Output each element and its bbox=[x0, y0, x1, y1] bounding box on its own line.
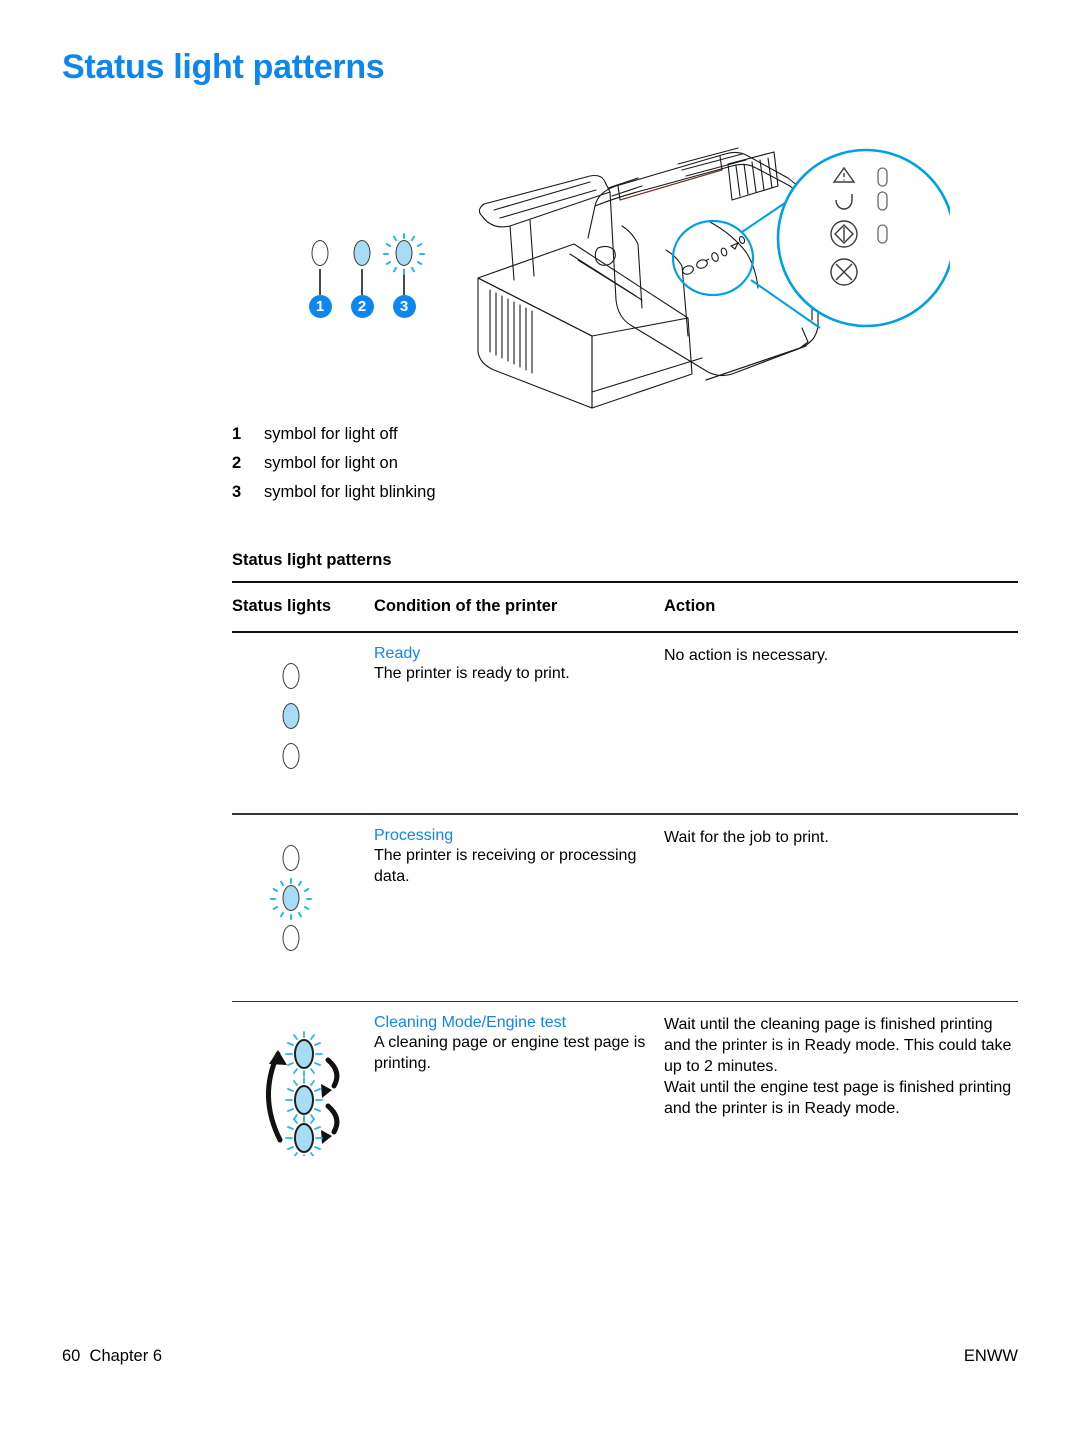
action-cell: No action is necessary. bbox=[664, 645, 1018, 797]
condition-cell: Cleaning Mode/Engine test A cleaning pag… bbox=[374, 1014, 664, 1184]
table-row: Processing The printer is receiving or p… bbox=[232, 815, 1018, 1001]
condition-description: A cleaning page or engine test page is p… bbox=[374, 1033, 646, 1072]
leader-line bbox=[361, 269, 363, 295]
legend-symbol-1: 1 bbox=[302, 240, 338, 318]
legend-number: 1 bbox=[232, 425, 242, 443]
legend-text: symbol for light on bbox=[264, 454, 398, 472]
lamp-blinking-icon bbox=[270, 877, 312, 920]
legend-symbol-3: 3 bbox=[383, 233, 425, 318]
status-lights-cell bbox=[232, 1014, 374, 1184]
callout-badge-3: 3 bbox=[392, 295, 416, 318]
legend-list-item: 2 symbol for light on bbox=[232, 454, 752, 473]
figure-legend-list: 1 symbol for light off 2 symbol for ligh… bbox=[232, 425, 752, 512]
lamp-off-icon bbox=[282, 663, 300, 691]
table-row: Ready The printer is ready to print. No … bbox=[232, 633, 1018, 813]
lamp-off-icon bbox=[282, 743, 300, 771]
legend-text: symbol for light blinking bbox=[264, 483, 436, 501]
lamp-blinking-icon bbox=[383, 233, 425, 275]
legend-symbol-2: 2 bbox=[344, 240, 380, 318]
column-header-condition: Condition of the printer bbox=[374, 597, 558, 616]
status-light-figure: 1 2 3 bbox=[0, 130, 1080, 420]
legend-list-item: 1 symbol for light off bbox=[232, 425, 752, 444]
column-header-action: Action bbox=[664, 597, 716, 616]
column-header-status-lights: Status lights bbox=[232, 597, 332, 616]
table-caption: Status light patterns bbox=[232, 551, 392, 569]
footer-left: 60 Chapter 6 bbox=[62, 1347, 162, 1366]
legend-text: symbol for light off bbox=[264, 425, 398, 443]
legend-number: 2 bbox=[232, 454, 242, 472]
lamp-off-icon bbox=[282, 844, 300, 873]
status-lights-cell bbox=[232, 645, 374, 797]
action-paragraph: Wait for the job to print. bbox=[664, 828, 829, 846]
printer-state-name: Processing bbox=[374, 826, 454, 844]
table-row: Cleaning Mode/Engine test A cleaning pag… bbox=[232, 1002, 1018, 1200]
action-paragraph: Wait until the engine test page is finis… bbox=[664, 1079, 1012, 1118]
legend-list-item: 3 symbol for light blinking bbox=[232, 483, 752, 502]
legend-number: 3 bbox=[232, 483, 242, 501]
status-lights-cell bbox=[232, 827, 374, 985]
page-footer: 60 Chapter 6 ENWW bbox=[62, 1347, 1018, 1366]
status-light-patterns-table: Status light patterns Status lights Cond… bbox=[232, 551, 1018, 1200]
condition-cell: Processing The printer is receiving or p… bbox=[374, 827, 664, 985]
table-header-row: Status lights Condition of the printer A… bbox=[232, 583, 1018, 631]
page-title: Status light patterns bbox=[62, 48, 385, 86]
lamp-on-icon bbox=[282, 703, 300, 731]
footer-locale: ENWW bbox=[963, 1347, 1018, 1365]
footer-chapter: Chapter 6 bbox=[89, 1347, 162, 1365]
printer-illustration bbox=[470, 130, 956, 410]
printer-state-name: Cleaning Mode/Engine test bbox=[374, 1013, 567, 1031]
action-cell: Wait for the job to print. bbox=[664, 827, 1018, 985]
callout-badge-1: 1 bbox=[308, 295, 332, 318]
light-stack bbox=[282, 663, 322, 771]
callout-badge-2: 2 bbox=[350, 295, 374, 318]
condition-cell: Ready The printer is ready to print. bbox=[374, 645, 664, 797]
action-paragraph: Wait until the cleaning page is finished… bbox=[664, 1015, 1012, 1075]
action-paragraph: No action is necessary. bbox=[664, 647, 829, 665]
leader-line bbox=[319, 269, 321, 295]
lamp-off-icon bbox=[282, 924, 300, 953]
action-cell: Wait until the cleaning page is finished… bbox=[664, 1014, 1018, 1184]
printer-state-name: Ready bbox=[374, 645, 421, 663]
light-stack bbox=[270, 844, 322, 953]
legend-symbol-key: 1 2 3 bbox=[300, 233, 430, 340]
condition-description: The printer is ready to print. bbox=[374, 665, 570, 683]
lamp-off-icon bbox=[311, 240, 329, 268]
condition-description: The printer is receiving or processing d… bbox=[374, 846, 637, 885]
footer-page-number: 60 bbox=[62, 1347, 81, 1365]
lamp-on-icon bbox=[353, 240, 371, 268]
cyclic-blinking-lights-icon bbox=[252, 1020, 362, 1161]
